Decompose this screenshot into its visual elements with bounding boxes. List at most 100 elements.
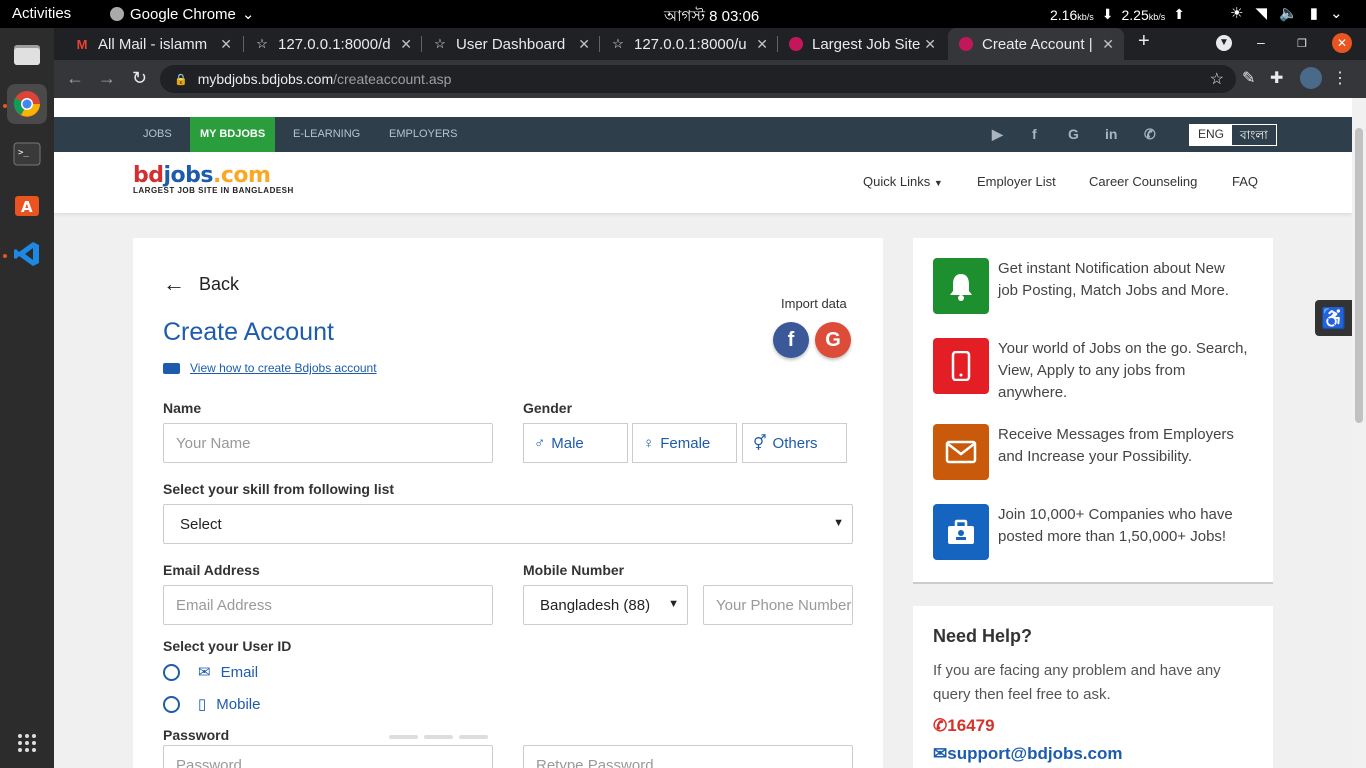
- logo-tagline: LARGEST JOB SITE IN BANGLADESH: [133, 186, 294, 195]
- back-arrow-icon[interactable]: ←: [66, 68, 84, 89]
- help-phone-link[interactable]: ✆16479: [933, 716, 995, 736]
- lang-english[interactable]: ENG: [1190, 125, 1233, 145]
- phone-input[interactable]: Your Phone Number: [703, 585, 853, 625]
- video-link-label: View how to create Bdjobs account: [190, 361, 377, 375]
- password-input[interactable]: Password: [163, 745, 493, 768]
- facebook-icon[interactable]: f: [1032, 126, 1037, 142]
- clock[interactable]: আগস্ট 8 03:06: [664, 5, 759, 30]
- app-name: Google Chrome: [130, 5, 236, 23]
- nav-e-learning[interactable]: E-LEARNING: [283, 117, 370, 152]
- google-icon[interactable]: G: [1068, 126, 1079, 142]
- close-icon[interactable]: ✕: [924, 36, 936, 53]
- tab-localhost-d[interactable]: ☆ 127.0.0.1:8000/d ✕: [244, 28, 422, 60]
- close-icon[interactable]: ✕: [400, 36, 412, 53]
- software-app[interactable]: A: [7, 184, 47, 224]
- gender-female-label: Female: [660, 434, 711, 452]
- menu-kebab-icon[interactable]: ⋮: [1332, 68, 1348, 88]
- gender-female-button[interactable]: ♀ Female: [632, 423, 737, 463]
- extension-pen-icon[interactable]: ✎: [1242, 68, 1255, 88]
- show-apps-button[interactable]: [17, 733, 37, 758]
- country-code-select[interactable]: Bangladesh (88) ▼: [523, 585, 688, 625]
- nav-jobs[interactable]: JOBS: [133, 117, 182, 152]
- import-data-label: Import data: [781, 296, 847, 311]
- gender-others-button[interactable]: ⚥ Others: [742, 423, 847, 463]
- extensions-puzzle-icon[interactable]: ✚: [1270, 68, 1283, 88]
- bdjobs-icon: [788, 36, 804, 52]
- faq-link[interactable]: FAQ: [1232, 174, 1258, 189]
- name-input[interactable]: Your Name: [163, 423, 493, 463]
- volume-icon: 🔈: [1279, 5, 1298, 22]
- userid-email-radio[interactable]: ✉ Email: [163, 663, 258, 681]
- accessibility-button[interactable]: ♿: [1315, 300, 1352, 336]
- reload-icon[interactable]: ↻: [132, 68, 147, 89]
- chrome-app[interactable]: [7, 84, 47, 124]
- close-icon: ✕: [1332, 33, 1352, 53]
- activities-button[interactable]: Activities: [12, 5, 71, 22]
- vscode-app[interactable]: [7, 234, 47, 274]
- page-title: Create Account: [163, 318, 334, 346]
- new-tab-button[interactable]: +: [1138, 30, 1150, 53]
- tab-gmail[interactable]: M All Mail - islamm ✕: [64, 28, 242, 60]
- password-strength-meter: [389, 735, 488, 739]
- lang-bangla[interactable]: বাংলা: [1232, 125, 1276, 145]
- tab-largest-job-site[interactable]: Largest Job Site ✕: [778, 28, 946, 60]
- envelope-icon: ✉: [933, 744, 948, 763]
- tab-search-button[interactable]: ▼: [1216, 32, 1232, 51]
- minimize-button[interactable]: –: [1257, 34, 1265, 50]
- close-icon[interactable]: ✕: [1102, 36, 1114, 53]
- userid-mobile-radio[interactable]: ▯ Mobile: [163, 695, 260, 713]
- files-app[interactable]: [7, 34, 47, 74]
- nav-employers[interactable]: EMPLOYERS: [379, 117, 467, 152]
- system-tray[interactable]: ☀ ◥ 🔈 ▮ ⌄: [1230, 4, 1343, 22]
- close-icon[interactable]: ✕: [578, 36, 590, 53]
- video-tutorial-link[interactable]: View how to create Bdjobs account: [163, 361, 377, 375]
- google-import-button[interactable]: G: [815, 322, 851, 358]
- network-speed: 2.16kb/s ⬇ 2.25kb/s ⬆: [1050, 6, 1185, 23]
- bdjobs-logo[interactable]: bdjobs.com LARGEST JOB SITE IN BANGLADES…: [133, 163, 294, 195]
- userid-mobile-label: Mobile: [216, 695, 261, 713]
- phone-placeholder: Your Phone Number: [716, 596, 852, 614]
- forward-arrow-icon[interactable]: →: [98, 68, 116, 89]
- linkedin-icon[interactable]: in: [1105, 126, 1117, 142]
- email-input[interactable]: Email Address: [163, 585, 493, 625]
- speed-unit: kb/s: [1077, 11, 1094, 22]
- app-menu[interactable]: Google Chrome ⌄: [110, 5, 254, 23]
- youtube-icon[interactable]: ▶: [992, 126, 1003, 143]
- facebook-import-button[interactable]: f: [773, 322, 809, 358]
- tab-localhost-u[interactable]: ☆ 127.0.0.1:8000/u ✕: [600, 28, 778, 60]
- bookmark-star-icon[interactable]: ☆: [1210, 69, 1224, 89]
- maximize-button[interactable]: ❐: [1297, 37, 1307, 50]
- tab-user-dashboard[interactable]: ☆ User Dashboard ✕: [422, 28, 600, 60]
- profile-avatar[interactable]: [1300, 67, 1322, 94]
- chevron-down-icon: ▼: [1216, 35, 1232, 51]
- userid-email-label: Email: [220, 663, 259, 681]
- feature-text: Receive Messages from Employers and Incr…: [998, 426, 1234, 465]
- quick-links-menu[interactable]: Quick Links ▼: [863, 174, 943, 189]
- nav-my-bdjobs[interactable]: MY BDJOBS: [190, 117, 276, 152]
- close-icon[interactable]: ✕: [220, 36, 232, 53]
- browser-toolbar: ← → ↻ 🔒 mybdjobs.bdjobs.com/createaccoun…: [54, 60, 1366, 98]
- tab-create-account[interactable]: Create Account | ✕: [948, 28, 1124, 60]
- tab-title: Create Account |: [982, 35, 1093, 53]
- close-icon[interactable]: ✕: [756, 36, 768, 53]
- retype-password-input[interactable]: Retype Password: [523, 745, 853, 768]
- star-icon: ☆: [612, 36, 624, 51]
- url-path: /createaccount.asp: [333, 71, 452, 87]
- power-menu-icon: ⌄: [1329, 5, 1343, 22]
- scrollbar-thumb[interactable]: [1355, 128, 1363, 423]
- chevron-down-icon: ▼: [833, 517, 844, 529]
- phone-icon[interactable]: ✆: [1144, 126, 1156, 143]
- help-email-link[interactable]: ✉support@bdjobs.com: [933, 744, 1123, 764]
- page-scrollbar[interactable]: [1352, 98, 1366, 768]
- employer-list-link[interactable]: Employer List: [977, 174, 1056, 189]
- skill-select[interactable]: Select ▼: [163, 504, 853, 544]
- page-viewport: JOBS MY BDJOBS E-LEARNING EMPLOYERS ▶ f …: [54, 98, 1352, 768]
- create-account-card: ← Back Import data f G Create Account Vi…: [133, 238, 883, 768]
- terminal-app[interactable]: >_: [7, 134, 47, 174]
- gender-male-button[interactable]: ♂ Male: [523, 423, 628, 463]
- close-window-button[interactable]: ✕: [1332, 33, 1352, 53]
- career-counseling-link[interactable]: Career Counseling: [1089, 174, 1197, 189]
- back-link[interactable]: ← Back: [163, 271, 239, 297]
- language-switch[interactable]: ENG বাংলা: [1189, 124, 1277, 146]
- address-bar[interactable]: 🔒 mybdjobs.bdjobs.com/createaccount.asp …: [160, 65, 1236, 93]
